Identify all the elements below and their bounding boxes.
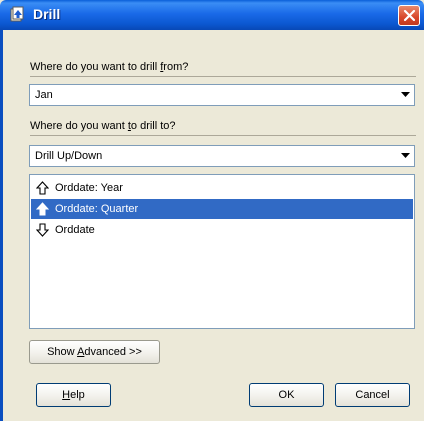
drill-to-label: Where do you want to drill to? bbox=[30, 120, 176, 132]
window-frame-left bbox=[0, 30, 3, 421]
close-icon bbox=[403, 9, 416, 22]
show-advanced-button[interactable]: Show Advanced >> bbox=[29, 340, 160, 364]
close-button[interactable] bbox=[398, 5, 420, 26]
up-arrow-solid-icon bbox=[36, 202, 49, 216]
title-bar[interactable]: Drill bbox=[0, 0, 424, 30]
list-item-label: Orddate: Year bbox=[55, 182, 123, 194]
drill-to-combo[interactable]: Drill Up/Down bbox=[29, 145, 415, 167]
list-item-orddate[interactable]: Orddate bbox=[31, 220, 413, 240]
drill-to-separator bbox=[30, 135, 416, 136]
drill-window-icon bbox=[9, 6, 27, 23]
drill-from-combo[interactable]: Jan bbox=[29, 84, 415, 106]
cancel-button[interactable]: Cancel bbox=[335, 383, 410, 407]
help-button[interactable]: Help bbox=[36, 383, 111, 407]
list-item-label: Orddate bbox=[55, 224, 95, 236]
list-item-label: Orddate: Quarter bbox=[55, 203, 139, 215]
drill-from-label: Where do you want to drill from? bbox=[30, 61, 189, 73]
list-item-orddate-quarter[interactable]: Orddate: Quarter bbox=[31, 199, 413, 219]
list-item-orddate-year[interactable]: Orddate: Year bbox=[31, 178, 413, 198]
drill-to-value: Drill Up/Down bbox=[35, 150, 103, 162]
up-arrow-outline-icon bbox=[36, 181, 49, 195]
chevron-down-icon[interactable] bbox=[401, 153, 410, 159]
drill-from-separator bbox=[30, 76, 416, 77]
drill-from-value: Jan bbox=[35, 89, 53, 101]
drill-levels-list[interactable]: Orddate: Year Orddate: Quarter Orddate bbox=[29, 174, 415, 329]
chevron-down-icon[interactable] bbox=[401, 92, 410, 98]
down-arrow-outline-icon bbox=[36, 223, 49, 237]
window-title: Drill bbox=[33, 6, 61, 22]
ok-button[interactable]: OK bbox=[249, 383, 324, 407]
